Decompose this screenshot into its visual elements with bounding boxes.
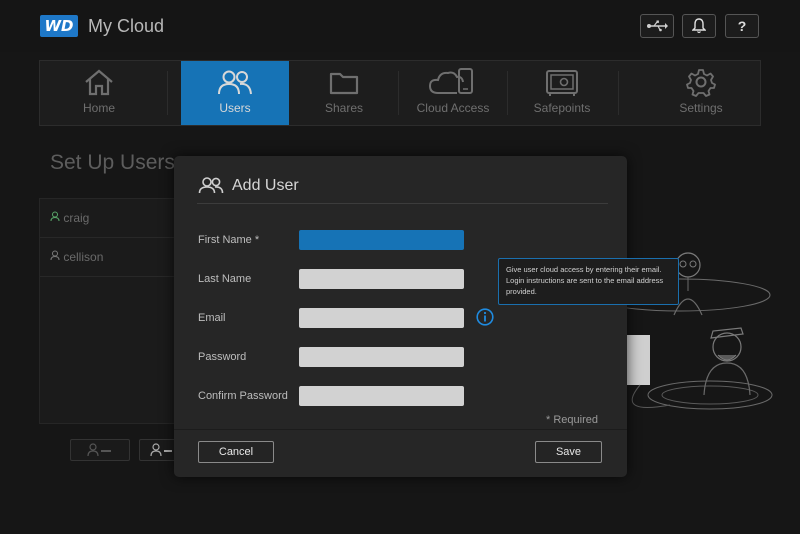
nav-shares-label: Shares xyxy=(324,101,364,115)
list-item[interactable]: cellison xyxy=(40,238,178,277)
required-note: * Required xyxy=(546,414,598,426)
password-label: Password xyxy=(198,351,247,363)
cancel-button[interactable]: Cancel xyxy=(198,441,274,463)
list-item[interactable]: craig xyxy=(40,199,178,238)
wd-logo: WD xyxy=(40,15,78,37)
save-button[interactable]: Save xyxy=(535,441,602,463)
user-name: cellison xyxy=(63,250,104,264)
confirm-password-field[interactable] xyxy=(299,386,464,406)
nav-users-label: Users xyxy=(219,101,251,115)
footer-divider xyxy=(174,429,627,430)
dialog-title: Add User xyxy=(232,177,299,194)
cloud-access-icon xyxy=(428,68,473,94)
last-name-label: Last Name xyxy=(198,273,252,285)
email-info-tooltip: Give user cloud access by entering their… xyxy=(498,258,679,305)
remove-user-icon xyxy=(87,443,111,457)
user-name: craig xyxy=(63,211,90,225)
nav-safepoints-label: Safepoints xyxy=(533,101,591,115)
nav-home-label: Home xyxy=(82,101,115,115)
user-icon xyxy=(50,250,60,261)
add-user-button[interactable] xyxy=(139,439,179,461)
folder-icon xyxy=(329,72,359,95)
bell-icon xyxy=(691,18,707,34)
nav-users[interactable]: Users xyxy=(181,61,289,125)
email-field[interactable] xyxy=(299,308,464,328)
info-icon[interactable] xyxy=(476,308,494,326)
usb-button[interactable] xyxy=(640,14,674,38)
first-name-field[interactable] xyxy=(299,230,464,250)
page-title: Set Up Users xyxy=(50,151,175,174)
main-nav: Home Users Shares Cloud Access Safepoint… xyxy=(39,60,761,126)
user-list: craig cellison xyxy=(39,198,179,424)
usb-icon xyxy=(647,20,668,32)
nav-home[interactable]: Home xyxy=(40,61,158,125)
nav-settings-label: Settings xyxy=(679,101,723,115)
nav-cloud-access-label: Cloud Access xyxy=(416,101,490,115)
remove-user-button[interactable] xyxy=(70,439,130,461)
last-name-field[interactable] xyxy=(299,269,464,289)
nav-shares[interactable]: Shares xyxy=(290,61,398,125)
nav-safepoints[interactable]: Safepoints xyxy=(511,61,613,125)
add-user-dialog: Add User First Name * Last Name Email Pa… xyxy=(174,156,627,477)
app-title: My Cloud xyxy=(88,16,165,36)
first-name-label: First Name * xyxy=(198,234,260,246)
password-field[interactable] xyxy=(299,347,464,367)
users-icon xyxy=(198,177,224,194)
safe-icon xyxy=(546,70,578,96)
users-icon xyxy=(218,70,252,95)
help-button[interactable]: ? xyxy=(725,14,759,38)
nav-cloud-access[interactable]: Cloud Access xyxy=(402,61,504,125)
nav-settings[interactable]: Settings xyxy=(640,61,762,125)
help-icon: ? xyxy=(737,18,747,34)
gear-icon xyxy=(686,69,716,97)
notifications-button[interactable] xyxy=(682,14,716,38)
divider xyxy=(197,203,608,204)
app-header: WD My Cloud ? xyxy=(0,0,800,52)
home-icon xyxy=(85,69,113,96)
confirm-password-label: Confirm Password xyxy=(198,390,288,402)
email-label: Email xyxy=(198,312,226,324)
user-icon xyxy=(50,211,60,222)
